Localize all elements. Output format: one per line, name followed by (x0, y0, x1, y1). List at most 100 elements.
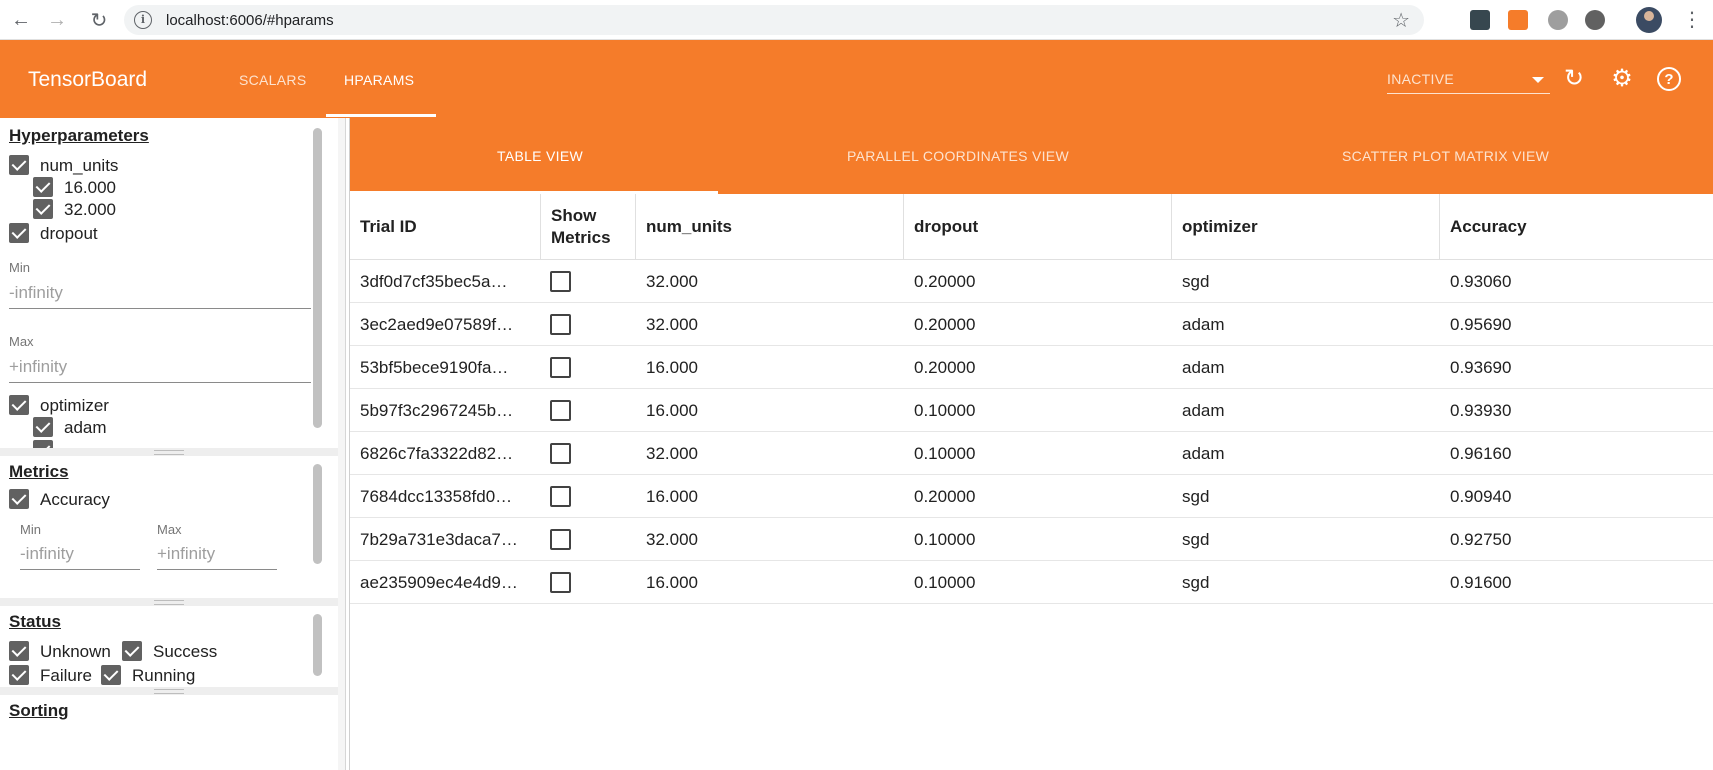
dropout-cell: 0.20000 (914, 314, 976, 334)
dropout-checkbox[interactable] (9, 223, 29, 243)
status-failure-label: Failure (40, 666, 92, 685)
address-bar[interactable]: i localhost:6006/#hparams ☆ (124, 5, 1424, 35)
metrics-scrollbar[interactable] (313, 464, 322, 564)
column-header-accuracy[interactable]: Accuracy (1440, 194, 1713, 260)
accuracy-checkbox[interactable] (9, 489, 29, 509)
optimizer-adam-label: adam (64, 418, 107, 437)
help-icon[interactable]: ? (1657, 67, 1681, 91)
accuracy-max-underline (157, 569, 277, 570)
optimizer-sgd-checkbox[interactable] (33, 440, 53, 448)
status-scrollbar[interactable] (313, 614, 322, 676)
hyperparameters-title: Hyperparameters (9, 126, 149, 145)
show-metrics-checkbox[interactable] (550, 486, 571, 507)
trial-id-cell: 5b97f3c2967245b… (360, 400, 514, 420)
tab-scalars[interactable]: SCALARS (239, 72, 306, 88)
column-header-show-metrics[interactable]: Show Metrics (541, 194, 636, 260)
num-units-32-checkbox[interactable] (33, 199, 53, 219)
accuracy-min-input[interactable]: -infinity (20, 544, 74, 564)
show-metrics-checkbox[interactable] (550, 572, 571, 593)
status-unknown-label: Unknown (40, 642, 111, 661)
optimizer-cell: sgd (1182, 572, 1210, 592)
dropout-min-input[interactable]: -infinity (9, 283, 63, 303)
num-units-checkbox[interactable] (9, 155, 29, 175)
section-resize-handle[interactable] (0, 687, 338, 695)
show-metrics-checkbox[interactable] (550, 357, 571, 378)
hyperparameters-scrollbar[interactable] (313, 128, 322, 428)
info-icon[interactable]: i (134, 11, 152, 29)
extension-icon[interactable] (1508, 10, 1528, 30)
tab-hparams[interactable]: HPARAMS (344, 72, 414, 88)
status-success-checkbox[interactable] (122, 641, 142, 661)
more-menu-icon[interactable]: ⋮ (1682, 8, 1702, 32)
column-header-trial-id[interactable]: Trial ID (350, 194, 541, 260)
sorting-title[interactable]: Sorting (9, 701, 69, 721)
status-running-checkbox[interactable] (101, 665, 121, 685)
num-units-cell: 16.000 (646, 400, 698, 420)
extension-icon[interactable] (1548, 10, 1568, 30)
table-row[interactable]: 7684dcc13358fd0… 16.000 0.20000 sgd 0.90… (350, 475, 1713, 518)
optimizer-cell: adam (1182, 357, 1225, 377)
dropout-label: dropout (40, 224, 98, 243)
dropout-max-input[interactable]: +infinity (9, 357, 67, 377)
show-metrics-checkbox[interactable] (550, 271, 571, 292)
optimizer-cell: adam (1182, 314, 1225, 334)
section-resize-handle[interactable] (0, 598, 338, 606)
num-units-cell: 32.000 (646, 529, 698, 549)
accuracy-max-input[interactable]: +infinity (157, 544, 215, 564)
table-row[interactable]: 7b29a731e3daca7… 32.000 0.10000 sgd 0.92… (350, 518, 1713, 561)
column-header-num-units[interactable]: num_units (636, 194, 904, 260)
table-row[interactable]: ae235909ec4e4d9… 16.000 0.10000 sgd 0.91… (350, 561, 1713, 604)
column-header-dropout[interactable]: dropout (904, 194, 1172, 260)
tab-scatter-plot-matrix-view[interactable]: SCATTER PLOT MATRIX VIEW (1342, 148, 1549, 164)
table-row[interactable]: 6826c7fa3322d82… 32.000 0.10000 adam 0.9… (350, 432, 1713, 475)
reload-icon[interactable]: ↻ (86, 7, 112, 33)
tab-table-view[interactable]: TABLE VIEW (497, 148, 583, 164)
accuracy-min-label: Min (20, 522, 41, 537)
optimizer-adam-checkbox[interactable] (33, 417, 53, 437)
num-units-cell: 32.000 (646, 443, 698, 463)
dropout-min-underline (9, 308, 311, 309)
table-row[interactable]: 3ec2aed9e07589f… 32.000 0.20000 adam 0.9… (350, 303, 1713, 346)
show-metrics-checkbox[interactable] (550, 314, 571, 335)
table-row[interactable]: 53bf5bece9190fa… 16.000 0.20000 adam 0.9… (350, 346, 1713, 389)
main-content: TABLE VIEW PARALLEL COORDINATES VIEW SCA… (349, 118, 1713, 770)
trial-id-cell: 53bf5bece9190fa… (360, 357, 509, 377)
column-header-optimizer[interactable]: optimizer (1172, 194, 1440, 260)
optimizer-checkbox[interactable] (9, 395, 29, 415)
refresh-icon[interactable]: ↻ (1560, 64, 1588, 92)
accuracy-min-underline (20, 569, 140, 570)
status-failure-checkbox[interactable] (9, 665, 29, 685)
star-icon[interactable]: ☆ (1392, 8, 1410, 33)
sidebar: Hyperparameters num_units 16.000 32.000 … (0, 118, 346, 770)
back-arrow-icon[interactable]: ← (8, 7, 34, 33)
show-metrics-checkbox[interactable] (550, 529, 571, 550)
dropout-cell: 0.10000 (914, 443, 976, 463)
gear-icon[interactable]: ⚙ (1608, 64, 1636, 92)
accuracy-cell: 0.91600 (1450, 572, 1512, 592)
table-row[interactable]: 3df0d7cf35bec5a… 32.000 0.20000 sgd 0.93… (350, 260, 1713, 303)
dropout-cell: 0.20000 (914, 486, 976, 506)
show-metrics-checkbox[interactable] (550, 400, 571, 421)
num-units-16-checkbox[interactable] (33, 177, 53, 197)
extension-icon[interactable] (1585, 10, 1605, 30)
dropout-max-label: Max (9, 334, 34, 349)
optimizer-cell: sgd (1182, 486, 1210, 506)
table-row[interactable]: 5b97f3c2967245b… 16.000 0.10000 adam 0.9… (350, 389, 1713, 432)
trial-id-cell: ae235909ec4e4d9… (360, 572, 518, 592)
avatar[interactable] (1636, 7, 1662, 33)
status-unknown-checkbox[interactable] (9, 641, 29, 661)
section-resize-handle[interactable] (0, 448, 338, 456)
dropout-cell: 0.20000 (914, 271, 976, 291)
show-metrics-checkbox[interactable] (550, 443, 571, 464)
dropout-cell: 0.10000 (914, 572, 976, 592)
column-header-show-metrics-line1: Show (551, 206, 597, 225)
tab-parallel-coordinates-view[interactable]: PARALLEL COORDINATES VIEW (847, 148, 1069, 164)
dropout-cell: 0.10000 (914, 529, 976, 549)
metrics-section: Metrics Accuracy Min -infinity Max +infi… (0, 456, 338, 598)
dropout-cell: 0.20000 (914, 357, 976, 377)
run-status-select[interactable]: INACTIVE (1387, 67, 1550, 94)
optimizer-cell: adam (1182, 443, 1225, 463)
num-units-32-label: 32.000 (64, 200, 116, 219)
extension-icon[interactable] (1470, 10, 1490, 30)
forward-arrow-icon[interactable]: → (44, 7, 70, 33)
